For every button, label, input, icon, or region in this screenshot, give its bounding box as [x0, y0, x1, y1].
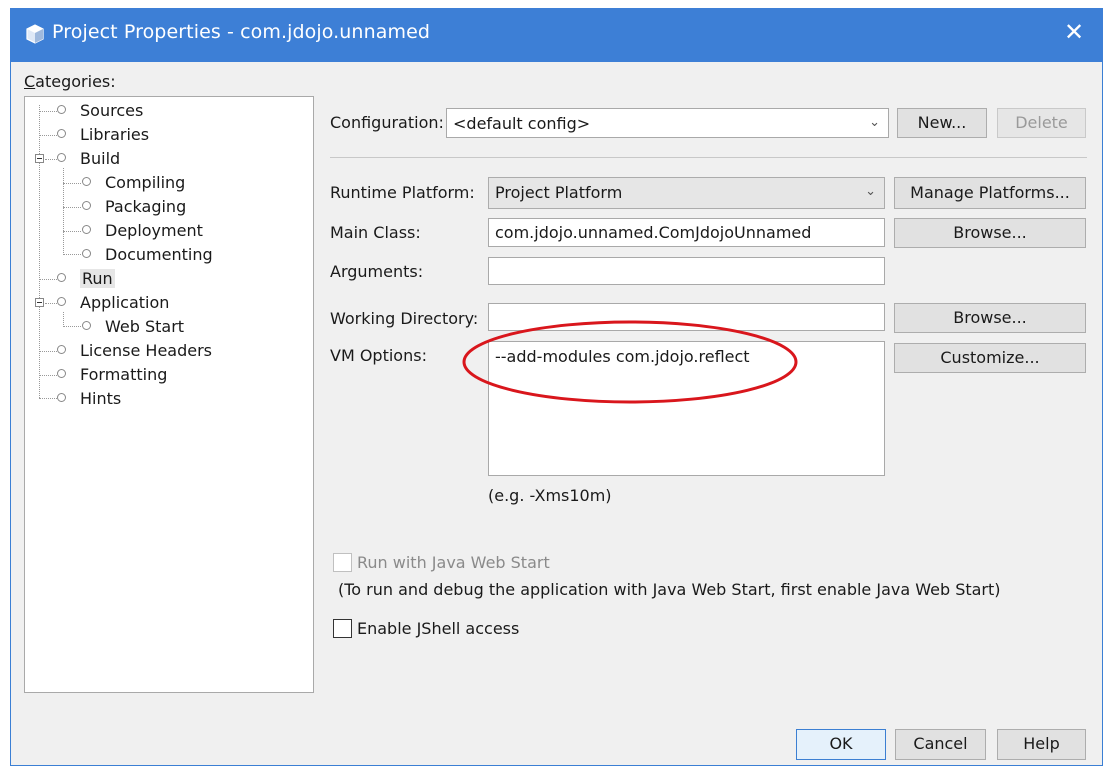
tree-item-web-start[interactable]: Web Start	[82, 317, 184, 337]
tree-item-compiling[interactable]: Compiling	[82, 173, 185, 193]
window-title: Project Properties - com.jdojo.unnamed	[52, 21, 431, 43]
customize-button[interactable]: Customize...	[894, 343, 1086, 373]
tree-item-deployment[interactable]: Deployment	[82, 221, 203, 241]
web-start-note: (To run and debug the application with J…	[338, 580, 1001, 599]
categories-label: Categories:	[24, 72, 116, 91]
vm-options-label: VM Options:	[330, 346, 427, 365]
enable-jshell-label: Enable JShell access	[357, 619, 520, 638]
new-config-button[interactable]: New...	[897, 108, 987, 138]
highlight-ellipse	[462, 320, 798, 404]
help-button[interactable]: Help	[997, 729, 1086, 760]
tree-item-libraries[interactable]: Libraries	[57, 125, 149, 145]
collapse-application-icon[interactable]	[35, 298, 44, 307]
runtime-platform-value: Project Platform	[495, 183, 623, 202]
tree-item-formatting[interactable]: Formatting	[57, 365, 167, 385]
tree-item-run[interactable]: Run	[57, 269, 115, 289]
runtime-platform-label: Runtime Platform:	[330, 183, 475, 202]
working-directory-label: Working Directory:	[330, 309, 479, 328]
collapse-build-icon[interactable]	[35, 154, 44, 163]
configuration-select[interactable]: <default config> ⌄	[446, 108, 889, 138]
configuration-label: Configuration:	[330, 113, 444, 132]
enable-jshell-checkbox[interactable]	[333, 619, 352, 638]
browse-main-class-button[interactable]: Browse...	[894, 218, 1086, 248]
manage-platforms-button[interactable]: Manage Platforms...	[894, 177, 1086, 209]
runtime-platform-select[interactable]: Project Platform ⌄	[488, 177, 885, 209]
tree-item-sources[interactable]: Sources	[57, 101, 143, 121]
tree-item-application[interactable]: Application	[57, 293, 169, 313]
tree-item-documenting[interactable]: Documenting	[82, 245, 213, 265]
vm-options-hint: (e.g. -Xms10m)	[488, 486, 612, 505]
configuration-value: <default config>	[453, 114, 591, 133]
run-web-start-label: Run with Java Web Start	[357, 553, 550, 572]
browse-working-directory-button[interactable]: Browse...	[894, 303, 1086, 333]
cancel-button[interactable]: Cancel	[895, 729, 986, 760]
arguments-label: Arguments:	[330, 262, 424, 281]
chevron-down-icon: ⌄	[869, 115, 880, 130]
ok-button[interactable]: OK	[796, 729, 886, 760]
close-icon[interactable]: ✕	[1059, 18, 1089, 46]
tree-item-build[interactable]: Build	[57, 149, 120, 169]
separator	[330, 157, 1087, 158]
tree-item-hints[interactable]: Hints	[57, 389, 121, 409]
chevron-down-icon: ⌄	[865, 184, 876, 199]
title-bar[interactable]: Project Properties - com.jdojo.unnamed ✕	[10, 8, 1103, 62]
categories-tree[interactable]: Sources Libraries Build Compiling Packag…	[24, 96, 314, 693]
main-class-label: Main Class:	[330, 223, 421, 242]
tree-item-license-headers[interactable]: License Headers	[57, 341, 212, 361]
delete-config-button[interactable]: Delete	[997, 108, 1086, 138]
project-icon	[26, 24, 44, 44]
main-class-field[interactable]: com.jdojo.unnamed.ComJdojoUnnamed	[488, 218, 885, 247]
run-web-start-checkbox[interactable]	[333, 553, 352, 572]
arguments-field[interactable]	[488, 257, 885, 285]
tree-item-packaging[interactable]: Packaging	[82, 197, 186, 217]
